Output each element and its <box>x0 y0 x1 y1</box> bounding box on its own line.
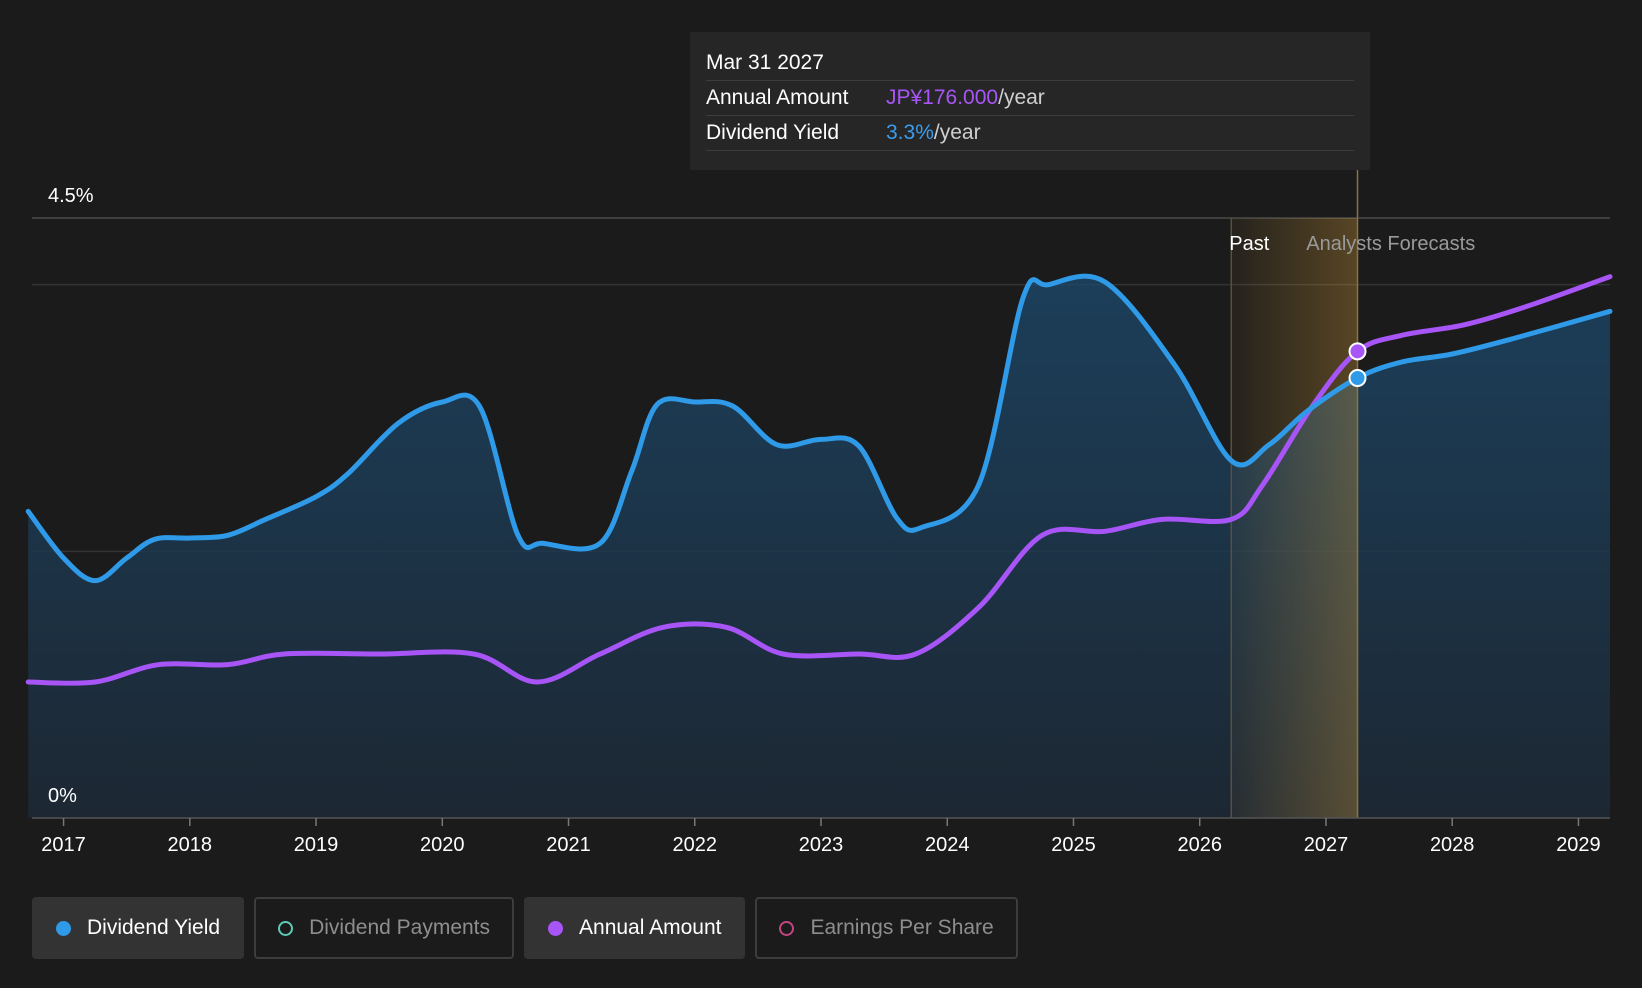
legend-dividend-payments[interactable]: Dividend Payments <box>254 897 515 959</box>
tooltip-label: Dividend Yield <box>706 121 840 144</box>
x-tick-label: 2028 <box>1430 834 1475 856</box>
legend-label: Dividend Yield <box>87 916 221 939</box>
legend-annual-amount[interactable]: Annual Amount <box>524 897 746 959</box>
tooltip: Mar 31 2027 Annual Amount JP¥176.000 /ye… <box>690 32 1370 170</box>
tooltip-value: 3.3% <box>886 121 934 144</box>
past-label: Past <box>1229 233 1269 255</box>
tooltip-unit: /year <box>933 121 981 144</box>
legend-dot-icon <box>56 920 71 936</box>
x-tick-label: 2021 <box>546 834 591 856</box>
legend-earnings-per-share[interactable]: Earnings Per Share <box>755 897 1018 959</box>
x-tick-label: 2018 <box>168 834 213 856</box>
tooltip-row-dividend-yield: Dividend Yield 3.3% /year <box>706 116 1354 151</box>
tooltip-unit: /year <box>998 86 1045 109</box>
legend-label: Earnings Per Share <box>810 916 994 939</box>
legend-ring-icon <box>779 920 795 936</box>
legend: Dividend Yield Dividend Payments Annual … <box>32 897 1028 959</box>
x-tick-label: 2027 <box>1304 834 1349 856</box>
legend-dot-icon <box>548 920 564 936</box>
x-tick-label: 2025 <box>1051 834 1096 856</box>
x-tick-label: 2029 <box>1556 834 1601 856</box>
x-tick-label: 2023 <box>799 834 844 856</box>
x-tick-label: 2022 <box>673 834 718 856</box>
x-tick-label: 2017 <box>41 834 86 856</box>
x-tick-label: 2020 <box>420 834 465 856</box>
tooltip-value: JP¥176.000 <box>886 86 999 109</box>
yield-area <box>28 276 1611 819</box>
legend-ring-icon <box>278 920 294 936</box>
x-tick-label: 2024 <box>925 834 970 856</box>
tooltip-date: Mar 31 2027 <box>706 46 1354 81</box>
legend-label: Dividend Payments <box>309 916 491 939</box>
highlight-point-annual-amount <box>1348 342 1367 361</box>
x-tick-label: 2026 <box>1177 834 1222 856</box>
x-tick-label: 2019 <box>294 834 339 856</box>
tooltip-row-annual-amount: Annual Amount JP¥176.000 /year <box>706 81 1354 116</box>
yield-area-fill <box>28 276 1611 819</box>
y-label-top: 4.5% <box>48 185 94 207</box>
tooltip-label: Annual Amount <box>706 86 849 109</box>
forecast-label: Analysts Forecasts <box>1306 233 1475 255</box>
y-label-bottom: 0% <box>48 785 77 807</box>
legend-label: Annual Amount <box>579 916 722 939</box>
forecast-highlight <box>1231 218 1358 818</box>
highlight-point-dividend-yield <box>1348 369 1367 387</box>
legend-dividend-yield[interactable]: Dividend Yield <box>32 897 245 959</box>
